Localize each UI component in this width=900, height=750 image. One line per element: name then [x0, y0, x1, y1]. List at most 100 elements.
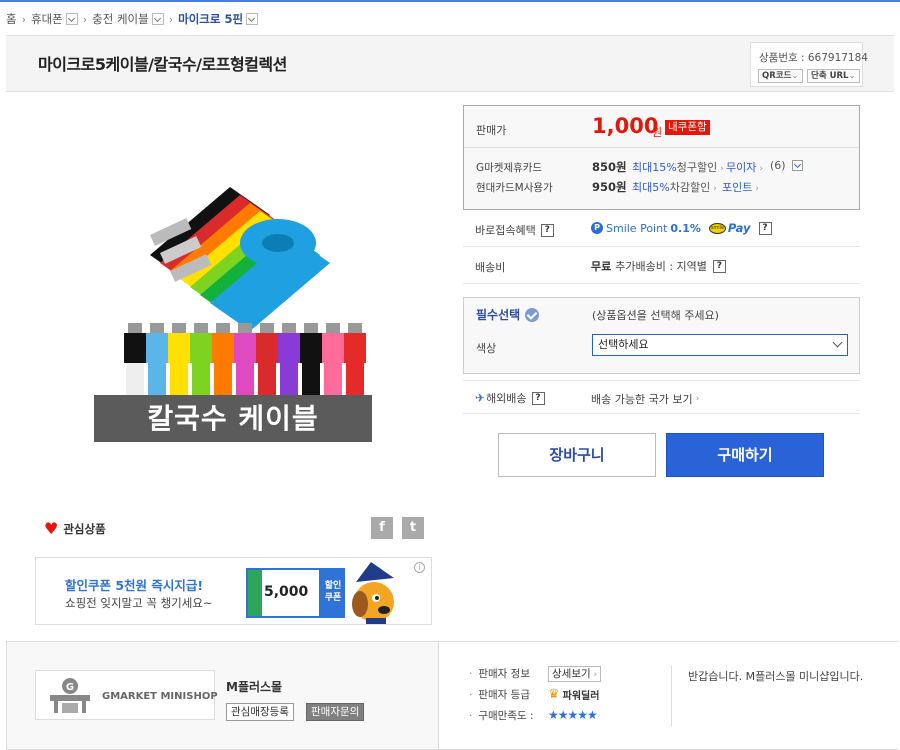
color-select[interactable]: 선택하세요: [592, 334, 848, 356]
wishlist-button[interactable]: ♥ 관심상품: [44, 519, 106, 538]
seller-grade-value: ♛ 파워딜러: [548, 687, 599, 702]
coupon-badge[interactable]: 내쿠폰함: [665, 120, 710, 135]
short-url-label: 단축 URL: [811, 71, 849, 81]
breadcrumb-current[interactable]: 마이크로 5핀: [178, 11, 259, 27]
installment-count: (6): [770, 159, 786, 172]
short-url-button[interactable]: 단축 URL⌄: [807, 69, 860, 83]
heart-icon: ♥: [44, 519, 59, 538]
benefit-value: P Smile Point 0.1% smile Pay ?: [591, 221, 772, 235]
banner-headline: 할인쿠폰 5천원 즉시지급!: [65, 578, 204, 593]
satisfaction-stars: ★★★★★: [548, 708, 598, 722]
qr-code-button[interactable]: QR코드⌄: [758, 69, 803, 83]
card-name: G마켓제휴카드: [476, 162, 543, 174]
bullet-icon: ·: [469, 709, 473, 722]
card-rate[interactable]: 최대5%차감할인 ›: [632, 179, 717, 195]
buy-now-button[interactable]: 구매하기: [666, 433, 824, 477]
breadcrumb-phone-label[interactable]: 휴대폰: [31, 11, 63, 27]
chevron-right-icon: ›: [720, 164, 724, 174]
option-box: 필수선택 (상품옵션을 선택해 주세요) 색상 선택하세요: [463, 297, 860, 374]
svg-text:G: G: [66, 682, 74, 693]
satisfaction-row: · 구매만족도 :: [469, 708, 534, 723]
breadcrumb-cable[interactable]: 충전 케이블: [92, 11, 164, 27]
breadcrumb-home[interactable]: 홈: [6, 11, 17, 27]
breadcrumb-home-label[interactable]: 홈: [6, 11, 17, 27]
card-row-hyundai: 현대카드M사용가 950원 최대5%차감할인 › 포인트 ›: [476, 180, 856, 194]
shipping-row: 배송비 무료 추가배송비 : 지역별 ?: [463, 247, 860, 284]
smile-point-text: Smile Point: [606, 221, 668, 235]
smile-pay-logo: smile Pay: [708, 221, 751, 235]
chevron-down-icon[interactable]: [792, 160, 803, 171]
card-name: 현대카드M사용가: [476, 182, 553, 194]
seller-inquiry-button[interactable]: 판매자문의: [306, 703, 365, 721]
pay-text: Pay: [727, 221, 751, 235]
top-accent-line: [0, 0, 900, 2]
help-icon[interactable]: ?: [712, 259, 726, 273]
breadcrumb-current-label[interactable]: 마이크로 5핀: [178, 11, 243, 27]
point-label: 포인트: [722, 181, 753, 194]
breadcrumb-cable-label[interactable]: 충전 케이블: [92, 11, 149, 27]
chevron-down-icon: ⌄: [848, 71, 856, 81]
price-label: 판매가: [476, 124, 507, 137]
smile-point-rate: 0.1%: [670, 221, 701, 235]
divider: [464, 147, 859, 148]
airplane-icon: ✈: [475, 391, 486, 405]
point-link[interactable]: 포인트 ›: [722, 179, 759, 195]
overseas-label-text: 해외배송: [486, 392, 527, 405]
card-rate[interactable]: 최대15%청구할인 ›: [632, 159, 724, 175]
coupon-banner[interactable]: 할인쿠폰 5천원 즉시지급! 쇼핑전 잊지말고 꼭 챙기세요~ 5,000 할인…: [35, 557, 432, 625]
chevron-down-icon[interactable]: [65, 13, 78, 25]
color-select-value: 선택하세요: [598, 338, 649, 351]
coupon-value: 5,000: [264, 584, 309, 600]
shipping-label: 배송비: [475, 261, 506, 274]
help-icon[interactable]: ?: [540, 223, 554, 237]
shipping-value: 무료 추가배송비 : 지역별 ?: [591, 258, 726, 274]
chevron-down-icon[interactable]: [151, 13, 164, 25]
banner-subtext: 쇼핑전 잊지말고 꼭 챙기세요~: [65, 596, 213, 610]
cable-coils: [150, 187, 330, 331]
bullet-icon: ·: [469, 667, 473, 680]
chevron-down-icon: [832, 337, 843, 348]
shipping-extra: 추가배송비 : 지역별: [615, 260, 707, 273]
overseas-link[interactable]: 배송 가능한 국가 보기 ›: [591, 391, 699, 407]
info-icon[interactable]: i: [414, 562, 425, 573]
minishop-logo[interactable]: G GMARKET MINISHOP: [35, 670, 218, 720]
interest-free-link[interactable]: 무이자 ›: [726, 159, 763, 175]
seller-greeting: 반갑습니다. M플러스몰 미니샵입니다.: [688, 670, 864, 683]
breadcrumb-phone[interactable]: 휴대폰: [31, 11, 78, 27]
benefit-row: 바로접속혜택? P Smile Point 0.1% smile Pay ?: [463, 210, 860, 247]
seller-detail-button[interactable]: 상세보기 ›: [548, 666, 602, 682]
chevron-down-icon: ⌄: [791, 71, 799, 81]
favorite-shop-button[interactable]: 관심매장등록: [226, 703, 294, 721]
chevron-right-icon: ›: [759, 164, 763, 174]
benefit-label-text: 바로접속혜택: [475, 224, 536, 237]
mascot-image: [352, 562, 394, 624]
price-unit: 원: [652, 126, 663, 139]
cable-plugs: [124, 323, 366, 397]
divider: [671, 666, 672, 726]
chevron-down-icon[interactable]: [246, 13, 259, 25]
coupon-strip: [248, 570, 262, 616]
star-rating-icon: ★★★★★: [548, 708, 598, 722]
help-icon[interactable]: ?: [531, 391, 545, 405]
card-rate-suffix: 차감할인: [669, 181, 711, 194]
price-box: 판매가 1,000 원 내쿠폰함 G마켓제휴카드 850원 최대15%청구할인 ›…: [463, 105, 860, 210]
shop-name[interactable]: M플러스몰: [226, 678, 282, 695]
seller-section: G GMARKET MINISHOP M플러스몰 관심매장등록 판매자문의 · 판…: [6, 641, 899, 750]
help-icon[interactable]: ?: [758, 221, 772, 235]
card-price: 850원: [592, 160, 627, 174]
add-to-cart-button[interactable]: 장바구니: [498, 433, 656, 477]
price-value: 1,000: [592, 114, 659, 138]
seller-info-panel: · 판매자 정보 상세보기 › · 판매자 등급 ♛ 파워딜러 · 구매만족도 : ★★★…: [438, 642, 899, 749]
overseas-label: ✈ 해외배송?: [475, 390, 545, 406]
benefit-label: 바로접속혜택?: [475, 222, 554, 238]
card-rate-value: 최대5%: [632, 181, 670, 194]
seller-info-row: · 판매자 정보: [469, 666, 530, 681]
satisfaction-label: 구매만족도 :: [478, 710, 534, 722]
card-price: 950원: [592, 180, 627, 194]
image-caption: 칼국수 케이블: [94, 395, 372, 442]
twitter-icon[interactable]: t: [402, 517, 424, 539]
shipping-free: 무료: [591, 260, 612, 273]
overseas-row: ✈ 해외배송? 배송 가능한 국가 보기 ›: [463, 380, 860, 414]
seller-info-label: 판매자 정보: [478, 668, 530, 680]
facebook-icon[interactable]: f: [371, 517, 393, 539]
